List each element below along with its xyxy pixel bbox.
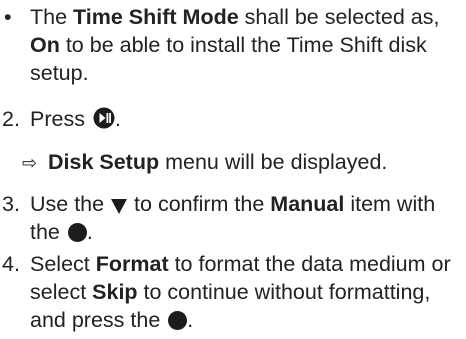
time-shift-mode-label: Time Shift Mode [73, 5, 239, 29]
format-label: Format [95, 252, 169, 276]
down-arrow-icon [111, 193, 128, 214]
step-text: Use the to confirm the Manual item with … [30, 190, 462, 246]
step-text: Press . [30, 105, 462, 133]
step-number: 3. [2, 192, 20, 216]
result-arrow-icon: ⇨ [22, 153, 38, 174]
note-text-mid: shall be selected as, [238, 5, 440, 29]
step-2: 2. Press . [2, 105, 462, 133]
skip-label: Skip [92, 280, 138, 304]
step-3: 3. Use the to confirm the Manual item wi… [2, 190, 462, 246]
step-3-pre: Use the [30, 192, 111, 216]
note-text-pre: The [30, 5, 74, 29]
note-text: The Time Shift Mode shall be selected as… [30, 3, 462, 87]
play-pause-button-icon [93, 107, 115, 129]
step-2-pre: Press [30, 107, 91, 131]
ok-button-icon [168, 311, 188, 330]
step-number: 2. [2, 107, 20, 131]
step-3-post: . [86, 220, 93, 244]
step-4-end: . [187, 308, 194, 332]
manual-label: Manual [270, 192, 345, 216]
disk-setup-label: Disk Setup [48, 150, 160, 174]
on-label: On [30, 33, 60, 57]
bullet-marker: • [4, 5, 12, 29]
step-text: Select Format to format the data me­dium… [30, 250, 462, 334]
step-3-mid: to confirm the [128, 192, 271, 216]
result-text: menu will be displayed. [159, 150, 388, 174]
manual-page: • The Time Shift Mode shall be selected … [0, 0, 466, 339]
ok-button-icon [67, 223, 87, 242]
step-4: 4. Select Format to format the data me­d… [2, 250, 462, 334]
note-bullet: • The Time Shift Mode shall be selected … [2, 3, 462, 87]
step-2-post: . [114, 107, 121, 131]
step-number: 4. [2, 252, 20, 276]
note-text-post: to be able to install the Time Shift dis… [30, 33, 427, 85]
step-2-result: ⇨ Disk Setup menu will be displayed. [22, 148, 462, 178]
step-4-pre: Select [30, 252, 96, 276]
